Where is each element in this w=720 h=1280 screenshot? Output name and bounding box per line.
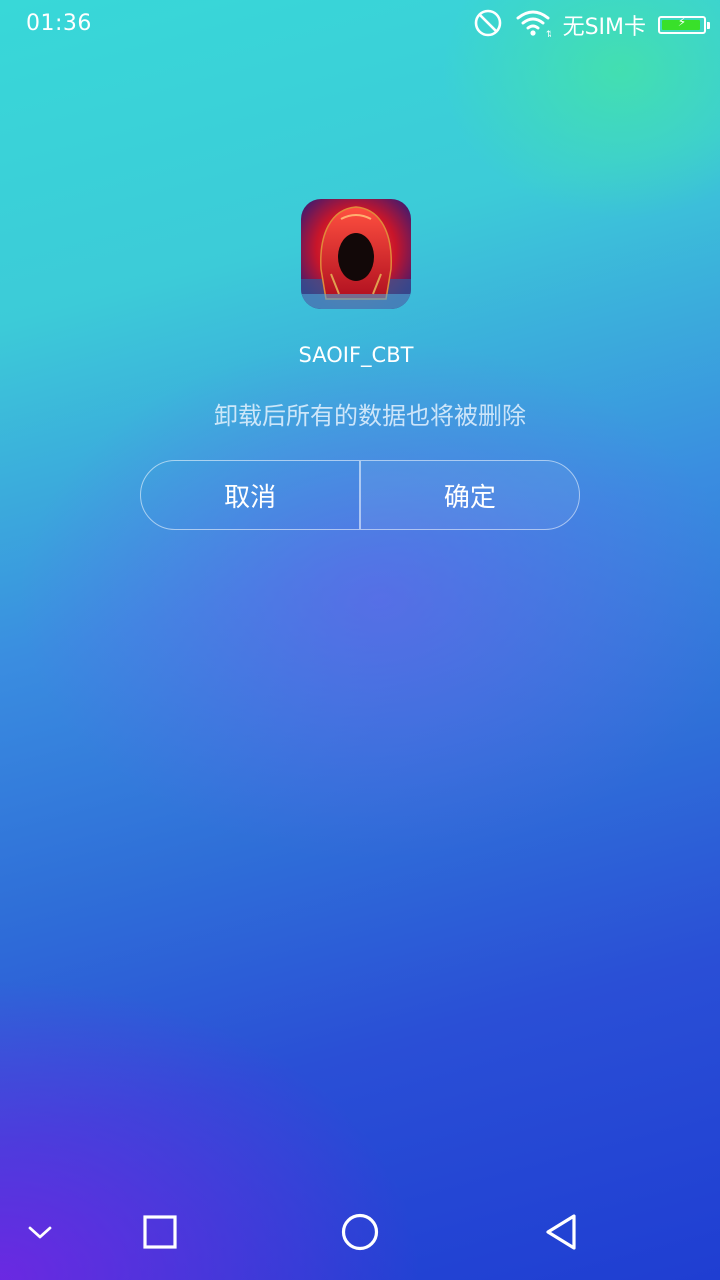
collapse-chevron-icon[interactable] bbox=[18, 1210, 62, 1254]
battery-charging-icon: ⚡ bbox=[658, 15, 710, 34]
dialog-button-group: 取消 确定 bbox=[140, 460, 580, 530]
uninstall-screen: 01:36 ⇅ 无SIM卡 ⚡ SAOIF_CBT 卸载后所有的数据也将被删除 … bbox=[0, 0, 720, 1280]
navigation-bar bbox=[0, 1180, 720, 1280]
status-icons: ⇅ 无SIM卡 ⚡ bbox=[473, 8, 710, 42]
home-circle-icon[interactable] bbox=[338, 1210, 382, 1254]
confirm-button[interactable]: 确定 bbox=[360, 461, 579, 529]
svg-text:⇅: ⇅ bbox=[546, 30, 551, 38]
uninstall-warning-message: 卸载后所有的数据也将被删除 bbox=[214, 402, 526, 430]
back-triangle-icon[interactable] bbox=[538, 1210, 582, 1254]
sim-status-text: 无SIM卡 bbox=[562, 15, 646, 40]
app-name: SAOIF_CBT bbox=[298, 343, 414, 367]
status-time: 01:36 bbox=[26, 11, 92, 36]
recents-square-icon[interactable] bbox=[138, 1210, 182, 1254]
cancel-button[interactable]: 取消 bbox=[141, 461, 359, 529]
wifi-icon: ⇅ bbox=[515, 8, 554, 42]
charging-bolt-icon: ⚡ bbox=[677, 15, 687, 29]
status-bar: 01:36 ⇅ 无SIM卡 ⚡ bbox=[0, 0, 720, 50]
app-icon bbox=[301, 199, 411, 309]
do-not-disturb-icon bbox=[473, 8, 503, 42]
